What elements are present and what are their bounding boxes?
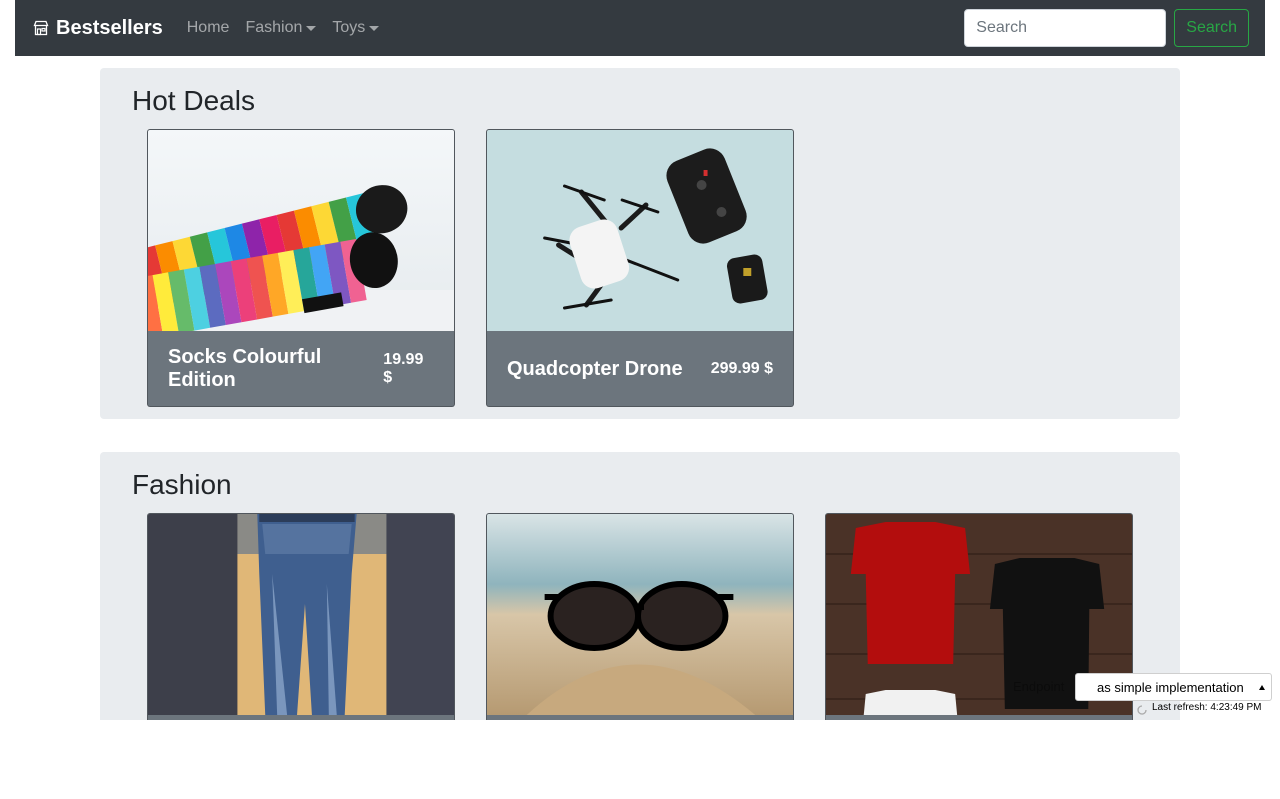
product-image-drone [487,130,793,331]
hot-deals-section: Hot Deals Socks Colourful Edition 19.99 … [100,68,1180,419]
store-icon [33,20,49,36]
product-price: 19.99 $ [383,351,424,386]
brand-link[interactable]: Bestsellers [33,17,163,40]
top-navbar: Bestsellers Home Fashion Toys Search [15,0,1265,56]
section-title: Hot Deals [132,85,255,116]
search-button[interactable]: Search [1174,9,1249,47]
card-body: Quadcopter Drone 299.99 $ [487,331,793,406]
card-body [826,715,1132,720]
nav-toys-dropdown[interactable]: Toys [332,19,380,37]
nav-fashion-label: Fashion [245,19,303,36]
refresh-icon[interactable] [1136,704,1148,716]
product-name: Socks Colourful Edition [168,346,322,391]
implementation-select-value: as simple implementation [1097,679,1244,695]
last-refresh-text: Last refresh: 4:23:49 PM [1152,702,1262,713]
implementation-select[interactable]: as simple implementation [1075,673,1272,701]
nav-toys-label: Toys [332,19,366,36]
product-card-jeans[interactable] [147,513,455,720]
product-image-sunglasses [487,514,793,715]
caret-up-icon [1259,685,1265,690]
caret-down-icon [306,25,317,31]
product-card-sunglasses[interactable] [486,513,794,720]
nav-home[interactable]: Home [187,19,230,37]
product-name: Quadcopter Drone [507,357,683,380]
nav-home-label: Home [186,19,230,36]
card-body: Socks Colourful Edition 19.99 $ [148,331,454,406]
card-body [487,715,793,720]
brand-label: Bestsellers [56,16,163,39]
card-body [148,715,454,720]
product-card-drone[interactable]: Quadcopter Drone 299.99 $ [486,129,794,407]
product-image-jeans [148,514,454,715]
product-price: 299.99 $ [710,360,773,377]
search-input[interactable] [964,9,1167,47]
product-card-socks[interactable]: Socks Colourful Edition 19.99 $ [147,129,455,407]
endpoint-label: Endpoint [1013,679,1065,694]
product-image-socks [148,130,454,331]
section-title: Fashion [132,469,232,500]
nav-fashion-dropdown[interactable]: Fashion [245,19,317,37]
caret-down-icon [369,25,380,31]
